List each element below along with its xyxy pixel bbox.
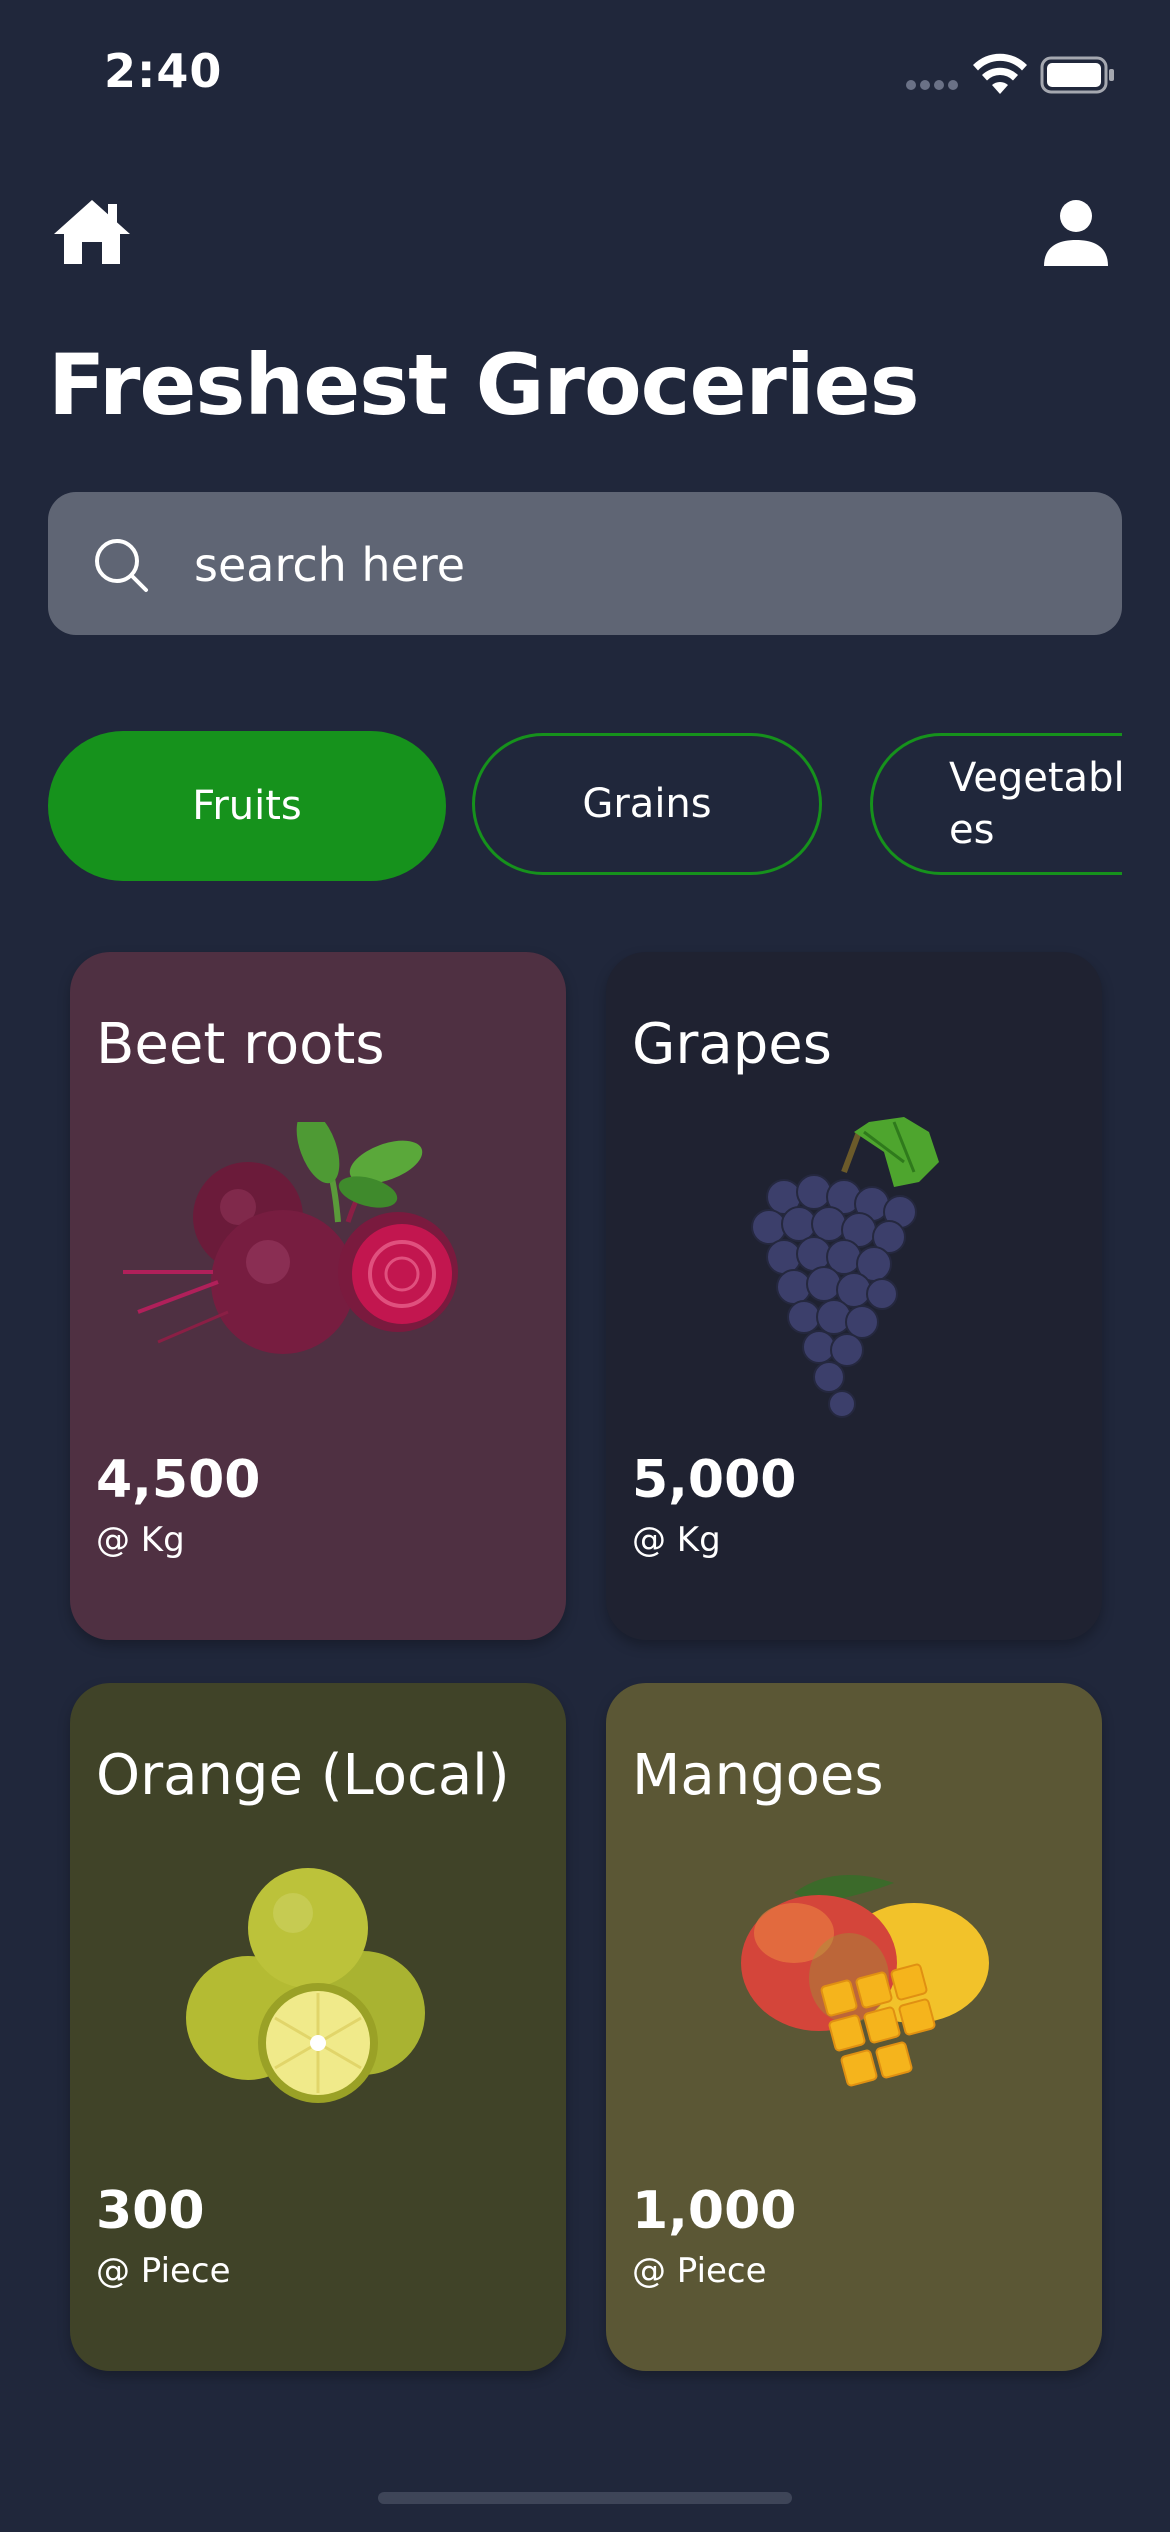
search-icon (95, 539, 148, 592)
home-icon[interactable] (52, 196, 132, 268)
product-price: 300 (96, 2181, 205, 2241)
product-name: Mangoes (632, 1743, 884, 1808)
product-name: Orange (Local) (96, 1743, 510, 1808)
mango-image (741, 1875, 989, 2087)
chip-vegetables[interactable]: Vegetables (870, 733, 1122, 875)
status-bar: 2:40 (0, 0, 1170, 150)
product-card-orange-local[interactable]: Orange (Local) 300 @ Piece (70, 1683, 566, 2371)
chip-label: Grains (582, 781, 712, 827)
product-unit: @ Kg (96, 1520, 185, 1560)
product-price: 5,000 (632, 1450, 797, 1510)
product-name: Beet roots (96, 1012, 385, 1077)
product-price: 4,500 (96, 1450, 261, 1510)
beetroot-image (123, 1122, 458, 1354)
grapes-image (751, 1117, 939, 1418)
wifi-icon (973, 53, 1027, 94)
chip-grains[interactable]: Grains (472, 733, 822, 875)
product-name: Grapes (632, 1012, 832, 1077)
chip-label: Fruits (192, 783, 302, 829)
search-bar[interactable] (48, 492, 1122, 635)
user-icon[interactable] (1040, 198, 1112, 268)
home-indicator[interactable] (378, 2492, 792, 2504)
chip-label: Vegetables (949, 755, 1122, 853)
page-title: Freshest Groceries (48, 336, 920, 434)
product-card-beet-roots[interactable]: Beet roots 4,500 @ Kg (70, 952, 566, 1640)
product-unit: @ Piece (632, 2251, 767, 2291)
chip-fruits[interactable]: Fruits (48, 731, 446, 881)
cellular-signal-icon (906, 80, 960, 90)
category-chips: Fruits Grains Vegetables (48, 731, 1122, 881)
product-card-mangoes[interactable]: Mangoes 1,000 @ Piece (606, 1683, 1102, 2371)
product-unit: @ Kg (632, 1520, 721, 1560)
status-time: 2:40 (104, 44, 223, 98)
product-price: 1,000 (632, 2181, 797, 2241)
product-card-grapes[interactable]: Grapes 5,000 @ Kg (606, 952, 1102, 1640)
product-unit: @ Piece (96, 2251, 231, 2291)
orange-image (186, 1868, 425, 2103)
search-input[interactable] (192, 522, 1076, 608)
battery-icon (1040, 56, 1114, 94)
